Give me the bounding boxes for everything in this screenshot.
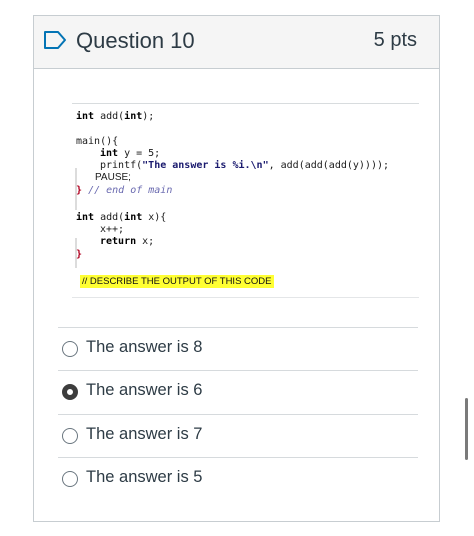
divider xyxy=(58,327,418,328)
code-line: main(){ xyxy=(76,136,119,147)
radio-button-selected[interactable] xyxy=(62,384,78,400)
answer-label[interactable]: The answer is 6 xyxy=(86,381,202,400)
radio-button[interactable] xyxy=(62,341,78,357)
divider xyxy=(58,457,418,458)
radio-button[interactable] xyxy=(62,428,78,444)
flag-icon[interactable] xyxy=(43,30,67,50)
code-line: x++; xyxy=(100,224,125,235)
answer-label[interactable]: The answer is 8 xyxy=(86,338,202,357)
question-header: Question 10 5 pts xyxy=(34,16,439,69)
code-line: } xyxy=(76,249,83,260)
code-line: int add(int); xyxy=(76,111,155,122)
code-line: return x; xyxy=(100,236,155,247)
answer-label[interactable]: The answer is 5 xyxy=(86,468,202,487)
radio-button[interactable] xyxy=(62,471,78,487)
code-line: printf("The answer is %i.\n", add(add(ad… xyxy=(100,160,390,171)
answer-option[interactable]: The answer is 6 xyxy=(62,379,402,407)
answer-option[interactable]: The answer is 7 xyxy=(62,423,402,451)
code-line: int add(int x){ xyxy=(76,212,167,223)
scrollbar[interactable] xyxy=(465,398,468,460)
code-line: } // end of main xyxy=(76,185,173,196)
code-line: PAUSE; xyxy=(95,172,131,183)
code-comment-highlight: // DESCRIBE THE OUTPUT OF THIS CODE xyxy=(80,275,274,288)
code-image xyxy=(72,103,419,298)
answer-option[interactable]: The answer is 8 xyxy=(62,336,402,364)
divider xyxy=(58,370,418,371)
question-title: Question 10 xyxy=(76,28,195,53)
question-points: 5 pts xyxy=(373,29,417,51)
answer-option[interactable]: The answer is 5 xyxy=(62,466,402,494)
question-card: Question 10 5 pts int add(int); main(){ … xyxy=(33,15,440,522)
code-line: int y = 5; xyxy=(100,148,161,159)
answer-label[interactable]: The answer is 7 xyxy=(86,425,202,444)
divider xyxy=(58,414,418,415)
